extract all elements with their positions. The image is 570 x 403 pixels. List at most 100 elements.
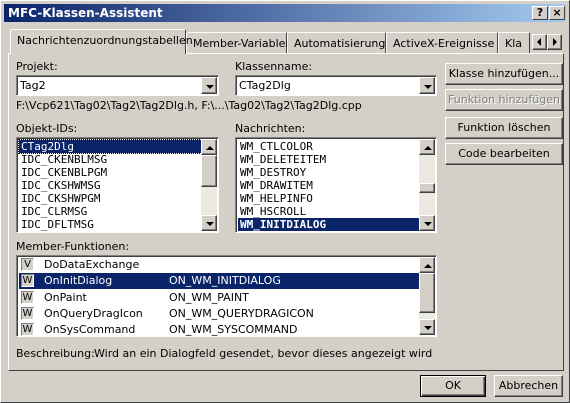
window-title: MFC-Klassen-Assistent <box>8 6 163 20</box>
scroll-up-button[interactable] <box>419 257 435 273</box>
list-item[interactable]: IDC_CKENBLMSG <box>19 153 107 166</box>
list-item[interactable]: WM_INITDIALOG <box>238 218 419 231</box>
project-combobox[interactable]: Tag2 <box>16 75 219 96</box>
add-function-button[interactable]: Funktion hinzufügen <box>445 89 563 111</box>
description-text: Wird an ein Dialogfeld gesendet, bevor d… <box>94 347 433 360</box>
windows-message-badge: W <box>21 274 34 287</box>
table-row[interactable]: W OnInitDialog ON_WM_INITDIALOG <box>19 273 432 289</box>
handler-name: ON_WM_INITDIALOG <box>169 274 281 287</box>
tab-member-variables[interactable]: Member-Variablen <box>186 32 292 53</box>
list-item[interactable]: IDC_CKENBLPGM <box>19 166 107 179</box>
chevron-down-icon <box>424 85 432 89</box>
object-ids-label: Objekt-IDs: <box>16 122 78 135</box>
function-name: OnSysCommand <box>44 323 136 336</box>
function-name: DoDataExchange <box>44 258 140 271</box>
table-row[interactable]: W OnPaint ON_WM_PAINT <box>19 290 432 306</box>
list-item[interactable]: WM_HSCROLL <box>238 205 306 218</box>
tab-label: Automatisierung <box>294 37 386 50</box>
list-item[interactable]: IDC_CLRMSG <box>19 205 87 218</box>
list-item[interactable]: IDC_CKSHWMSG <box>19 179 100 192</box>
ok-label: OK <box>445 379 461 392</box>
scroll-down-button[interactable] <box>201 215 217 231</box>
ok-button[interactable]: OK <box>420 375 486 397</box>
add-function-label: Funktion hinzufügen <box>448 93 560 106</box>
tab-scroll-left-button[interactable] <box>532 34 547 50</box>
windows-message-badge: W <box>21 307 34 320</box>
scroll-down-button[interactable] <box>419 319 435 335</box>
list-item[interactable]: IDC_CKSHWPGM <box>19 192 100 205</box>
chevron-right-icon <box>553 38 557 46</box>
function-name: OnPaint <box>44 291 87 304</box>
tab-message-maps[interactable]: Nachrichtenzuordnungstabellen <box>10 29 193 54</box>
project-dropdown-button[interactable] <box>201 77 217 94</box>
mfc-class-wizard-window: MFC-Klassen-Assistent ? × Nachrichtenzuo… <box>0 0 570 403</box>
close-button[interactable]: × <box>549 6 565 20</box>
chevron-up-icon <box>424 264 432 268</box>
chevron-down-icon <box>206 222 214 226</box>
messages-label: Nachrichten: <box>235 122 306 135</box>
scroll-down-button[interactable] <box>419 215 435 231</box>
windows-message-badge: W <box>21 323 34 336</box>
messages-scrollbar[interactable] <box>419 139 435 231</box>
handler-name: ON_WM_SYSCOMMAND <box>169 323 298 336</box>
edit-code-label: Code bearbeiten <box>458 147 550 160</box>
chevron-down-icon <box>424 222 432 226</box>
member-functions-label: Member-Funktionen: <box>16 240 130 253</box>
function-name: OnQueryDragIcon <box>44 307 143 320</box>
chevron-up-icon <box>206 146 214 150</box>
messages-listbox[interactable]: WM_CTLCOLOR WM_DELETEITEM WM_DESTROY WM_… <box>235 137 437 233</box>
scroll-up-button[interactable] <box>419 139 435 155</box>
help-button[interactable]: ? <box>532 6 548 20</box>
list-item[interactable]: WM_DESTROY <box>238 166 306 179</box>
description-label: Beschreibung: <box>16 347 95 360</box>
scroll-thumb[interactable] <box>201 155 217 187</box>
project-label: Projekt: <box>16 60 58 73</box>
project-value: Tag2 <box>20 79 46 92</box>
chevron-left-icon <box>537 38 541 46</box>
scroll-up-button[interactable] <box>201 139 217 155</box>
cancel-button[interactable]: Abbrechen <box>494 375 563 397</box>
list-item[interactable]: WM_HELPINFO <box>238 192 313 205</box>
handler-name: ON_WM_QUERYDRAGICON <box>169 307 314 320</box>
list-item[interactable]: WM_DRAWITEM <box>238 179 313 192</box>
file-path: F:\Vcp621\Tag02\Tag2\Tag2Dlg.h, F:\...\T… <box>16 99 362 112</box>
member-functions-scrollbar[interactable] <box>419 257 435 335</box>
object-ids-listbox[interactable]: CTag2Dlg IDC_CKENBLMSG IDC_CKENBLPGM IDC… <box>16 137 219 233</box>
handler-name: ON_WM_PAINT <box>169 291 249 304</box>
scroll-thumb[interactable] <box>419 273 435 313</box>
tab-label: Kla <box>505 37 523 50</box>
list-item[interactable]: WM_CTLCOLOR <box>238 140 313 153</box>
tab-automation[interactable]: Automatisierung <box>287 32 386 53</box>
member-functions-listbox[interactable]: V DoDataExchange W OnInitDialog ON_WM_IN… <box>16 255 437 337</box>
tab-label: ActiveX-Ereignisse <box>393 37 495 50</box>
add-class-button[interactable]: Klasse hinzufügen... <box>445 63 563 85</box>
list-item[interactable]: IDC_DFLTMSG <box>19 218 94 231</box>
add-class-label: Klasse hinzufügen... <box>448 67 560 80</box>
table-row[interactable]: W OnQueryDragIcon ON_WM_QUERYDRAGICON <box>19 306 432 322</box>
chevron-down-icon <box>206 85 214 89</box>
chevron-up-icon <box>424 146 432 150</box>
list-item[interactable]: CTag2Dlg <box>18 139 202 154</box>
tab-class-info[interactable]: Kla <box>498 32 530 53</box>
table-row[interactable]: W OnSysCommand ON_WM_SYSCOMMAND <box>19 322 432 336</box>
classname-dropdown-button[interactable] <box>419 77 435 94</box>
delete-function-button[interactable]: Funktion löschen <box>445 117 563 139</box>
cancel-label: Abbrechen <box>498 379 559 392</box>
list-item[interactable]: WM_DELETEITEM <box>238 153 326 166</box>
tab-scroll-right-button[interactable] <box>547 34 562 50</box>
chevron-down-icon <box>424 326 432 330</box>
edit-code-button[interactable]: Code bearbeiten <box>445 143 563 165</box>
windows-message-badge: W <box>21 291 34 304</box>
function-name: OnInitDialog <box>44 274 113 287</box>
tab-label: Nachrichtenzuordnungstabellen <box>17 34 193 47</box>
classname-value: CTag2Dlg <box>239 79 291 92</box>
scroll-thumb[interactable] <box>419 183 435 193</box>
classname-combobox[interactable]: CTag2Dlg <box>235 75 437 96</box>
delete-function-label: Funktion löschen <box>457 121 551 134</box>
classname-label: Klassenname: <box>235 60 313 73</box>
title-bar[interactable]: MFC-Klassen-Assistent ? × <box>4 4 566 22</box>
tab-label: Member-Variablen <box>193 37 293 50</box>
object-ids-scrollbar[interactable] <box>201 139 217 231</box>
table-row[interactable]: V DoDataExchange <box>19 257 432 273</box>
tab-activex-events[interactable]: ActiveX-Ereignisse <box>386 32 498 53</box>
